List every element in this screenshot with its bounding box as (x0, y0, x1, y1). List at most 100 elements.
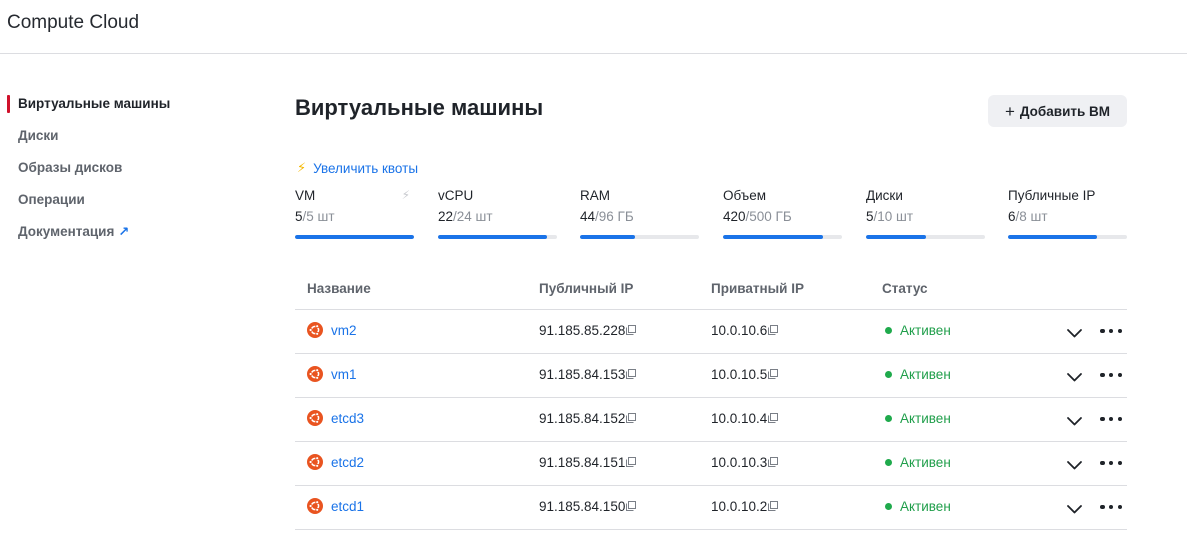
vm-name-link[interactable]: etcd3 (331, 411, 364, 426)
copy-icon[interactable] (626, 413, 637, 424)
chevron-down-icon[interactable] (1066, 368, 1083, 385)
table-row[interactable]: etcd2 91.185.84.151 10.0.10.3 Активен (295, 442, 1127, 486)
public-ip-cell: 91.185.84.151 (539, 455, 637, 470)
lightning-icon: ⚡ (297, 160, 307, 175)
quota-value: 5/10 шт (866, 209, 985, 227)
status-cell: Активен (885, 411, 951, 426)
public-ip-cell: 91.185.84.153 (539, 367, 637, 382)
quota-bar (438, 235, 557, 239)
ubuntu-icon (307, 366, 323, 382)
table-body: vm2 91.185.85.228 10.0.10.6 Активен vm1 … (295, 310, 1127, 530)
ubuntu-icon (307, 322, 323, 338)
vm-name-cell: etcd2 (307, 454, 364, 470)
quota-limit: /5 шт (302, 209, 335, 224)
quota-limit: /500 ГБ (745, 209, 792, 224)
quota-value: 22/24 шт (438, 209, 557, 227)
quota-bar (295, 235, 414, 239)
chevron-down-icon[interactable] (1066, 412, 1083, 429)
quota-volume: Объем 420/500 ГБ (723, 188, 842, 239)
quota-label: VM (295, 188, 316, 203)
private-ip-cell: 10.0.10.4 (711, 411, 779, 426)
chevron-down-icon[interactable] (1066, 456, 1083, 473)
quota-limit: /24 шт (453, 209, 493, 224)
increase-quotas-link[interactable]: ⚡ Увеличить квоты (297, 160, 418, 176)
more-actions-icon[interactable] (1100, 411, 1122, 427)
private-ip-cell: 10.0.10.2 (711, 499, 779, 514)
status-text: Активен (900, 411, 951, 426)
status-cell: Активен (885, 499, 951, 514)
table-row[interactable]: etcd1 91.185.84.150 10.0.10.2 Активен (295, 486, 1127, 530)
public-ip-cell: 91.185.84.150 (539, 499, 637, 514)
sidebar-item-operations[interactable]: Операции (0, 184, 240, 216)
quota-used: 5 (866, 209, 874, 224)
app-header: Compute Cloud (0, 0, 1187, 54)
private-ip-value: 10.0.10.5 (711, 367, 768, 382)
status-cell: Активен (885, 367, 951, 382)
copy-icon[interactable] (626, 457, 637, 468)
vm-name-link[interactable]: etcd1 (331, 499, 364, 514)
quota-label: Диски (866, 188, 903, 203)
status-text: Активен (900, 323, 951, 338)
page-title: Виртуальные машины (295, 95, 544, 120)
quota-bar (866, 235, 985, 239)
chevron-down-icon[interactable] (1066, 324, 1083, 341)
quota-bar-fill (1008, 235, 1098, 239)
vm-name-cell: vm1 (307, 366, 357, 382)
vm-table: Название Публичный IP Приватный IP Стату… (295, 266, 1127, 530)
table-row[interactable]: etcd3 91.185.84.152 10.0.10.4 Активен (295, 398, 1127, 442)
sidebar-item-vms[interactable]: Виртуальные машины (0, 88, 240, 120)
more-actions-icon[interactable] (1100, 323, 1122, 339)
vm-name-cell: vm2 (307, 322, 357, 338)
quota-label: Публичные IP (1008, 188, 1096, 203)
quota-label: RAM (580, 188, 610, 203)
quota-vm: VM ⚡ 5/5 шт (295, 188, 414, 239)
add-vm-button[interactable]: + Добавить ВМ (988, 95, 1127, 127)
private-ip-cell: 10.0.10.5 (711, 367, 779, 382)
vm-name-link[interactable]: vm1 (331, 367, 357, 382)
more-actions-icon[interactable] (1100, 455, 1122, 471)
sidebar-item-disk-images[interactable]: Образы дисков (0, 152, 240, 184)
sidebar-item-label: Операции (18, 192, 85, 207)
private-ip-value: 10.0.10.2 (711, 499, 768, 514)
quota-vcpu: vCPU 22/24 шт (438, 188, 557, 239)
private-ip-value: 10.0.10.3 (711, 455, 768, 470)
quota-limit: /96 ГБ (595, 209, 634, 224)
vm-name-link[interactable]: etcd2 (331, 455, 364, 470)
quota-public-ip: Публичные IP 6/8 шт (1008, 188, 1127, 239)
copy-icon[interactable] (768, 501, 779, 512)
vm-name-link[interactable]: vm2 (331, 323, 357, 338)
status-dot-icon (885, 327, 892, 334)
vm-name-cell: etcd1 (307, 498, 364, 514)
sidebar-item-disks[interactable]: Диски (0, 120, 240, 152)
table-row[interactable]: vm1 91.185.84.153 10.0.10.5 Активен (295, 354, 1127, 398)
column-header-status[interactable]: Статус (882, 281, 928, 296)
quota-disks: Диски 5/10 шт (866, 188, 985, 239)
quota-value: 5/5 шт (295, 209, 414, 227)
column-header-public-ip[interactable]: Публичный IP (539, 281, 633, 296)
sidebar-item-label: Образы дисков (18, 160, 123, 175)
more-actions-icon[interactable] (1100, 367, 1122, 383)
table-row[interactable]: vm2 91.185.85.228 10.0.10.6 Активен (295, 310, 1127, 354)
quota-bar-fill (438, 235, 548, 239)
copy-icon[interactable] (626, 369, 637, 380)
copy-icon[interactable] (626, 501, 637, 512)
quota-value: 44/96 ГБ (580, 209, 699, 227)
copy-icon[interactable] (768, 413, 779, 424)
copy-icon[interactable] (768, 369, 779, 380)
public-ip-cell: 91.185.85.228 (539, 323, 637, 338)
public-ip-value: 91.185.84.151 (539, 455, 626, 470)
sidebar-item-documentation[interactable]: Документация ↗ (0, 216, 240, 248)
external-link-icon: ↗ (118, 224, 130, 239)
copy-icon[interactable] (768, 457, 779, 468)
status-text: Активен (900, 455, 951, 470)
sidebar-item-label: Документация (18, 224, 115, 239)
chevron-down-icon[interactable] (1066, 500, 1083, 517)
quota-used: 5 (295, 209, 303, 224)
status-dot-icon (885, 459, 892, 466)
copy-icon[interactable] (768, 325, 779, 336)
quota-label: Объем (723, 188, 767, 203)
copy-icon[interactable] (626, 325, 637, 336)
column-header-name[interactable]: Название (307, 281, 371, 296)
column-header-private-ip[interactable]: Приватный IP (711, 281, 804, 296)
more-actions-icon[interactable] (1100, 499, 1122, 515)
